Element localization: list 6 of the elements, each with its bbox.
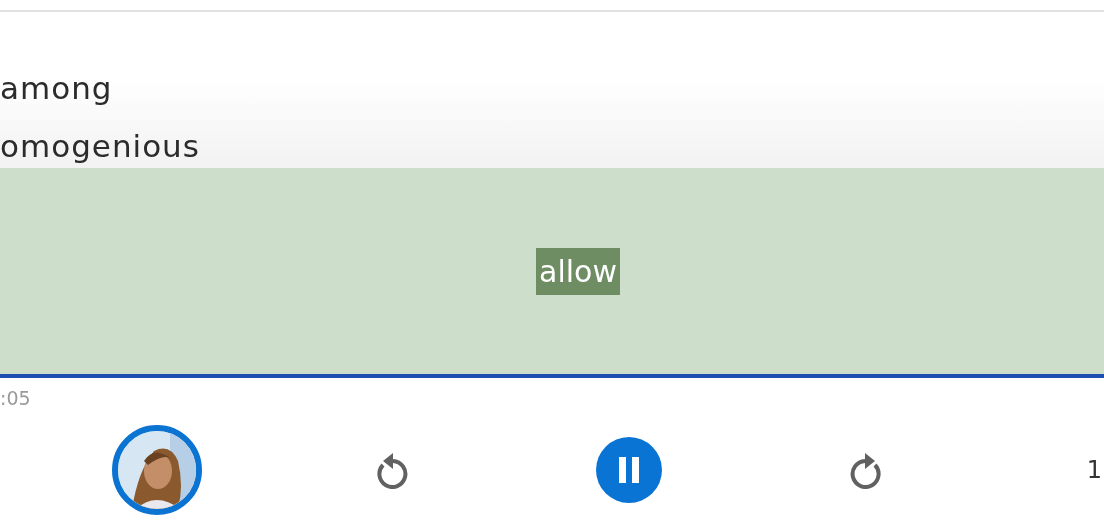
transcript-text: among — [0, 70, 114, 106]
speed-button[interactable]: 1 — [1086, 456, 1102, 484]
transcript-text: omogenious — [0, 128, 201, 164]
pause-icon — [617, 456, 641, 484]
elapsed-time: :05 — [0, 386, 32, 410]
caption-word: allow — [536, 247, 620, 295]
